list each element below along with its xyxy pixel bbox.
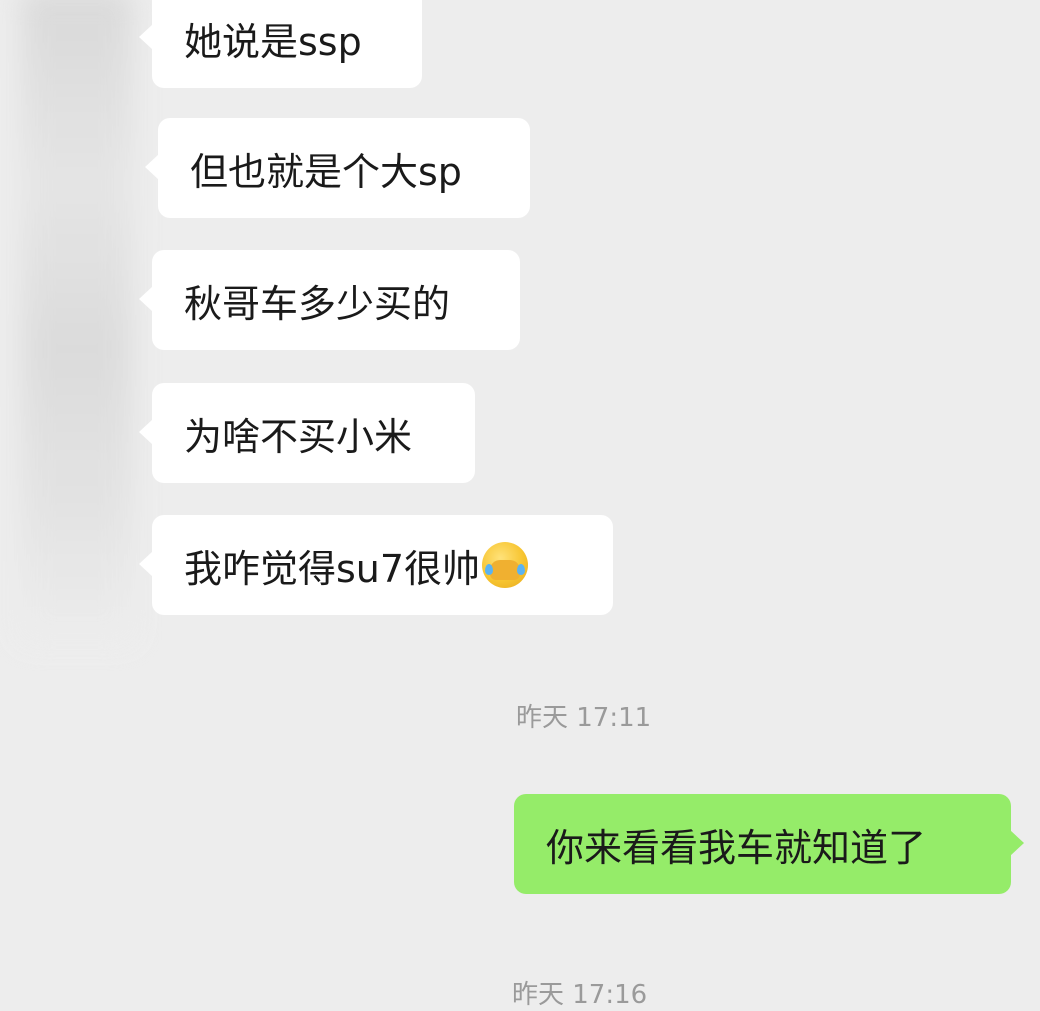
- message-bubble-received[interactable]: 为啥不买小米: [139, 383, 475, 483]
- message-text: 但也就是个大sp: [190, 149, 462, 194]
- message-bubble-received[interactable]: 但也就是个大sp: [145, 118, 530, 218]
- message-text: 为啥不买小米: [184, 414, 413, 459]
- chat-area[interactable]: 她说是ssp 但也就是个大sp 秋哥车多少买的 为啥不买小米 我咋觉得su7很帅…: [0, 0, 1040, 1010]
- message-bubble-received[interactable]: 她说是ssp: [139, 0, 422, 88]
- message-text: 秋哥车多少买的: [184, 281, 451, 326]
- message-bubble-received[interactable]: 秋哥车多少买的: [139, 250, 520, 350]
- message-timestamp: 昨天 17:11: [516, 703, 652, 733]
- blurred-avatar-column: [22, 0, 132, 640]
- message-text: 她说是ssp: [184, 19, 362, 64]
- message-timestamp: 昨天 17:16: [512, 980, 648, 1010]
- message-bubble-received[interactable]: 我咋觉得su7很帅: [139, 515, 613, 615]
- message-bubble-sent[interactable]: 你来看看我车就知道了: [514, 794, 1024, 894]
- message-text: 你来看看我车就知道了: [546, 825, 927, 870]
- face-with-tears-of-joy-covering-face-icon: [482, 542, 529, 588]
- message-text: 我咋觉得su7很帅: [184, 546, 481, 591]
